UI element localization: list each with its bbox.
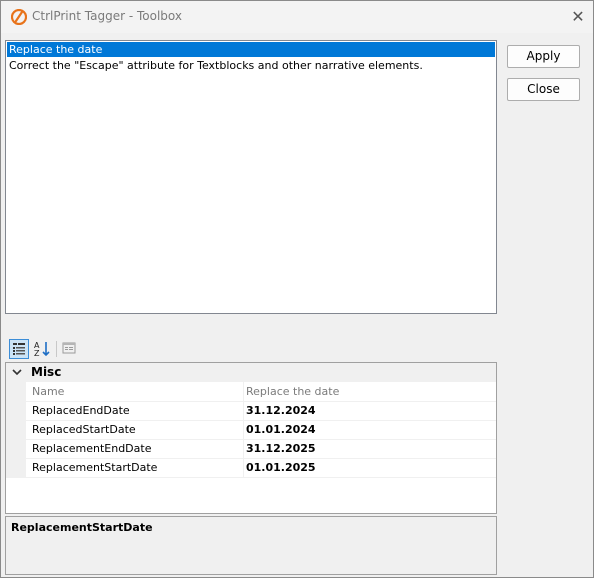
property-row-replacement-end-date[interactable]: ReplacementEndDate 31.12.2025 [6,440,496,459]
property-header-row: Name Replace the date [6,383,496,402]
property-name: ReplacedStartDate [32,423,136,436]
property-pages-icon [62,342,76,354]
property-value[interactable]: 01.01.2025 [246,461,316,474]
property-value[interactable]: 01.01.2024 [246,423,316,436]
apply-button[interactable]: Apply [507,45,580,68]
property-name: ReplacementEndDate [32,442,152,455]
ctrlprint-logo-icon [11,9,27,25]
description-title: ReplacementStartDate [11,521,153,534]
task-item-correct-escape[interactable]: Correct the "Escape" attribute for Textb… [6,58,496,73]
categorized-view-icon [13,343,25,355]
title-bar[interactable]: CtrlPrint Tagger - Toolbox ✕ [1,1,593,33]
property-value[interactable]: 31.12.2024 [246,404,316,417]
property-toolbar: A Z [5,338,85,360]
header-name: Name [32,385,65,398]
header-value: Replace the date [246,385,340,398]
category-label: Misc [31,365,62,379]
property-row-replacement-start-date[interactable]: ReplacementStartDate 01.01.2025 [6,459,496,478]
sort-alphabetical-icon: A Z [34,341,50,358]
task-list[interactable]: Replace the date Correct the "Escape" at… [5,40,497,314]
task-item-replace-date[interactable]: Replace the date [7,42,495,57]
toolbar-separator [56,341,57,357]
alphabetical-sort-button[interactable]: A Z [32,339,52,359]
category-row-misc[interactable]: Misc [6,363,496,382]
property-row-replaced-end-date[interactable]: ReplacedEndDate 31.12.2024 [6,402,496,421]
description-panel: ReplacementStartDate [5,516,497,575]
window-close-icon[interactable]: ✕ [567,7,589,27]
chevron-down-icon[interactable] [11,366,23,378]
property-value[interactable]: 31.12.2025 [246,442,316,455]
property-pages-button[interactable] [60,339,80,359]
window-title: CtrlPrint Tagger - Toolbox [32,9,182,23]
property-row-replaced-start-date[interactable]: ReplacedStartDate 01.01.2024 [6,421,496,440]
property-name: ReplacementStartDate [32,461,158,474]
svg-text:Z: Z [34,349,40,358]
categorized-view-button[interactable] [9,339,29,359]
toolbox-window: CtrlPrint Tagger - Toolbox ✕ Replace the… [0,0,594,578]
close-button[interactable]: Close [507,78,580,101]
property-grid[interactable]: Misc Name Replace the date ReplacedEndDa… [5,362,497,514]
property-name: ReplacedEndDate [32,404,130,417]
